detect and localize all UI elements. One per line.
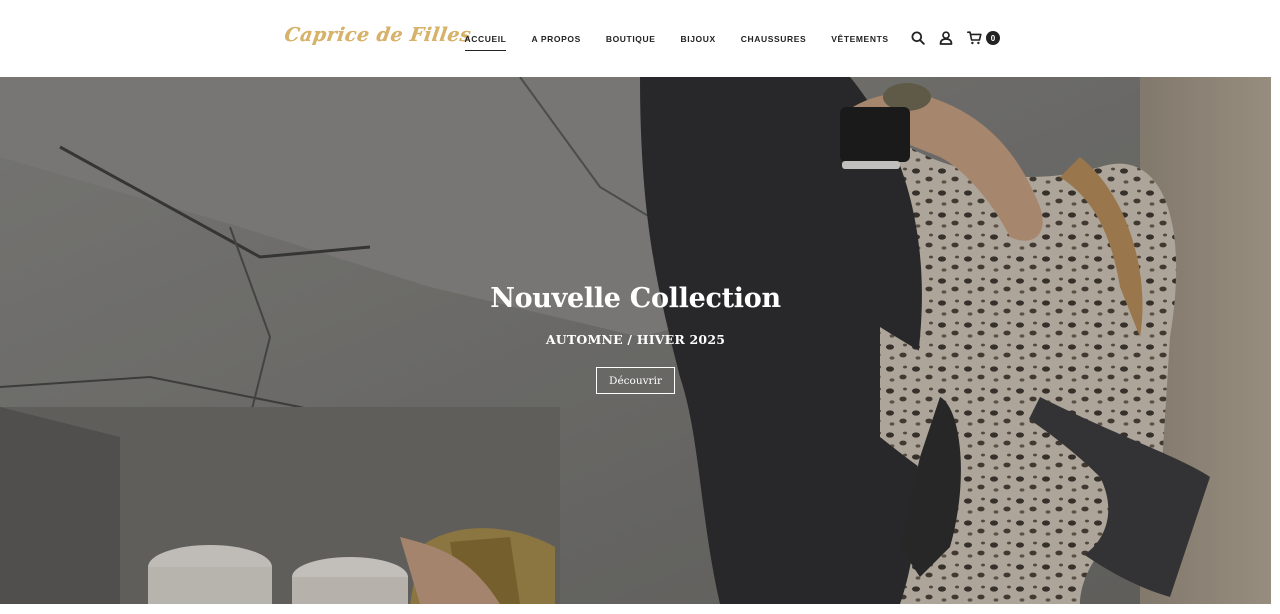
page-edge: [1271, 77, 1280, 614]
site-header: Caprice de Filles ACCUEIL A PROPOS BOUTI…: [0, 0, 1280, 77]
cart-icon-wrap: [964, 28, 984, 48]
page-bottom-edge: [0, 604, 1271, 614]
nav-item-boutique[interactable]: BOUTIQUE: [606, 31, 656, 51]
hero-title: Nouvelle Collection: [490, 283, 781, 314]
search-icon: [911, 31, 925, 45]
cart-icon: [966, 31, 982, 45]
user-icon: [939, 31, 953, 45]
account-button[interactable]: [936, 28, 956, 48]
hero-subtitle: AUTOMNE / HIVER 2025: [545, 332, 726, 347]
discover-button[interactable]: Découvrir: [596, 367, 675, 394]
nav-item-accueil[interactable]: ACCUEIL: [464, 31, 507, 51]
nav-item-a-propos[interactable]: A PROPOS: [531, 31, 580, 51]
site-logo[interactable]: Caprice de Filles: [282, 24, 473, 54]
nav-item-chaussures[interactable]: CHAUSSURES: [741, 31, 807, 51]
cart-button[interactable]: 0: [964, 28, 1000, 48]
hero-banner: Nouvelle Collection AUTOMNE / HIVER 2025…: [0, 77, 1271, 604]
nav-item-bijoux[interactable]: BIJOUX: [681, 31, 716, 51]
cart-count-badge: 0: [986, 31, 1000, 45]
header-actions: 0: [908, 28, 1000, 48]
search-button[interactable]: [908, 28, 928, 48]
nav-item-vetements[interactable]: VÊTEMENTS: [831, 31, 888, 51]
main-nav: ACCUEIL A PROPOS BOUTIQUE BIJOUX CHAUSSU…: [452, 31, 901, 51]
